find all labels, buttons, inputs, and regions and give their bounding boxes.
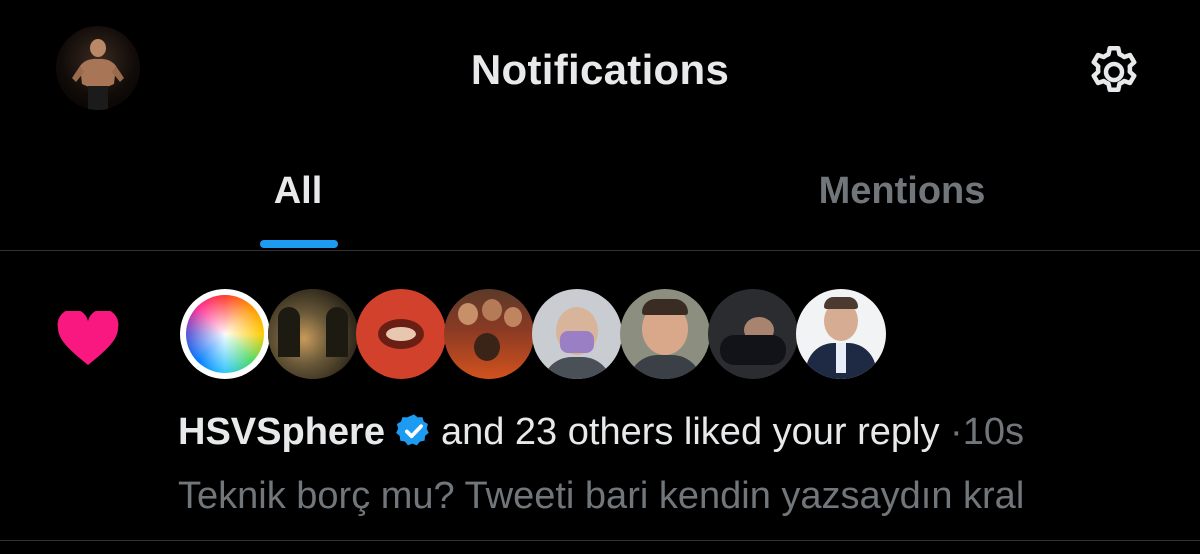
liker-avatar[interactable] <box>796 289 886 379</box>
divider <box>0 540 1200 541</box>
notification-time: 10s <box>962 411 1024 453</box>
tab-all-label: All <box>273 170 323 212</box>
liker-avatar[interactable] <box>444 289 534 379</box>
liker-avatar[interactable] <box>620 289 710 379</box>
header: Notifications <box>0 0 1200 140</box>
gear-icon <box>1091 46 1137 92</box>
heart-icon <box>57 311 119 365</box>
settings-button[interactable] <box>1084 42 1144 102</box>
liker-avatar[interactable] <box>708 289 798 379</box>
notification-text: HSVSphere and 23 others liked your reply… <box>178 411 1024 454</box>
tab-mentions-label: Mentions <box>818 170 986 212</box>
notification-action: and 23 others liked your reply <box>440 411 940 453</box>
reply-snippet: Teknik borç mu? Tweeti bari kendin yazsa… <box>178 475 1025 517</box>
liker-avatar[interactable] <box>180 289 270 379</box>
notification-separator: · <box>950 411 963 453</box>
tab-all[interactable]: All <box>0 140 600 250</box>
liker-avatar[interactable] <box>268 289 358 379</box>
liker-avatar[interactable] <box>356 289 446 379</box>
active-tab-indicator <box>260 240 338 248</box>
verified-badge-icon <box>396 414 429 446</box>
tab-mentions[interactable]: Mentions <box>600 140 1200 250</box>
tab-bar: All Mentions <box>0 140 1200 251</box>
notification-item[interactable]: HSVSphere and 23 others liked your reply… <box>0 251 1200 541</box>
liker-avatar[interactable] <box>532 289 622 379</box>
page-title: Notifications <box>470 46 730 93</box>
notification-user[interactable]: HSVSphere <box>178 411 385 453</box>
